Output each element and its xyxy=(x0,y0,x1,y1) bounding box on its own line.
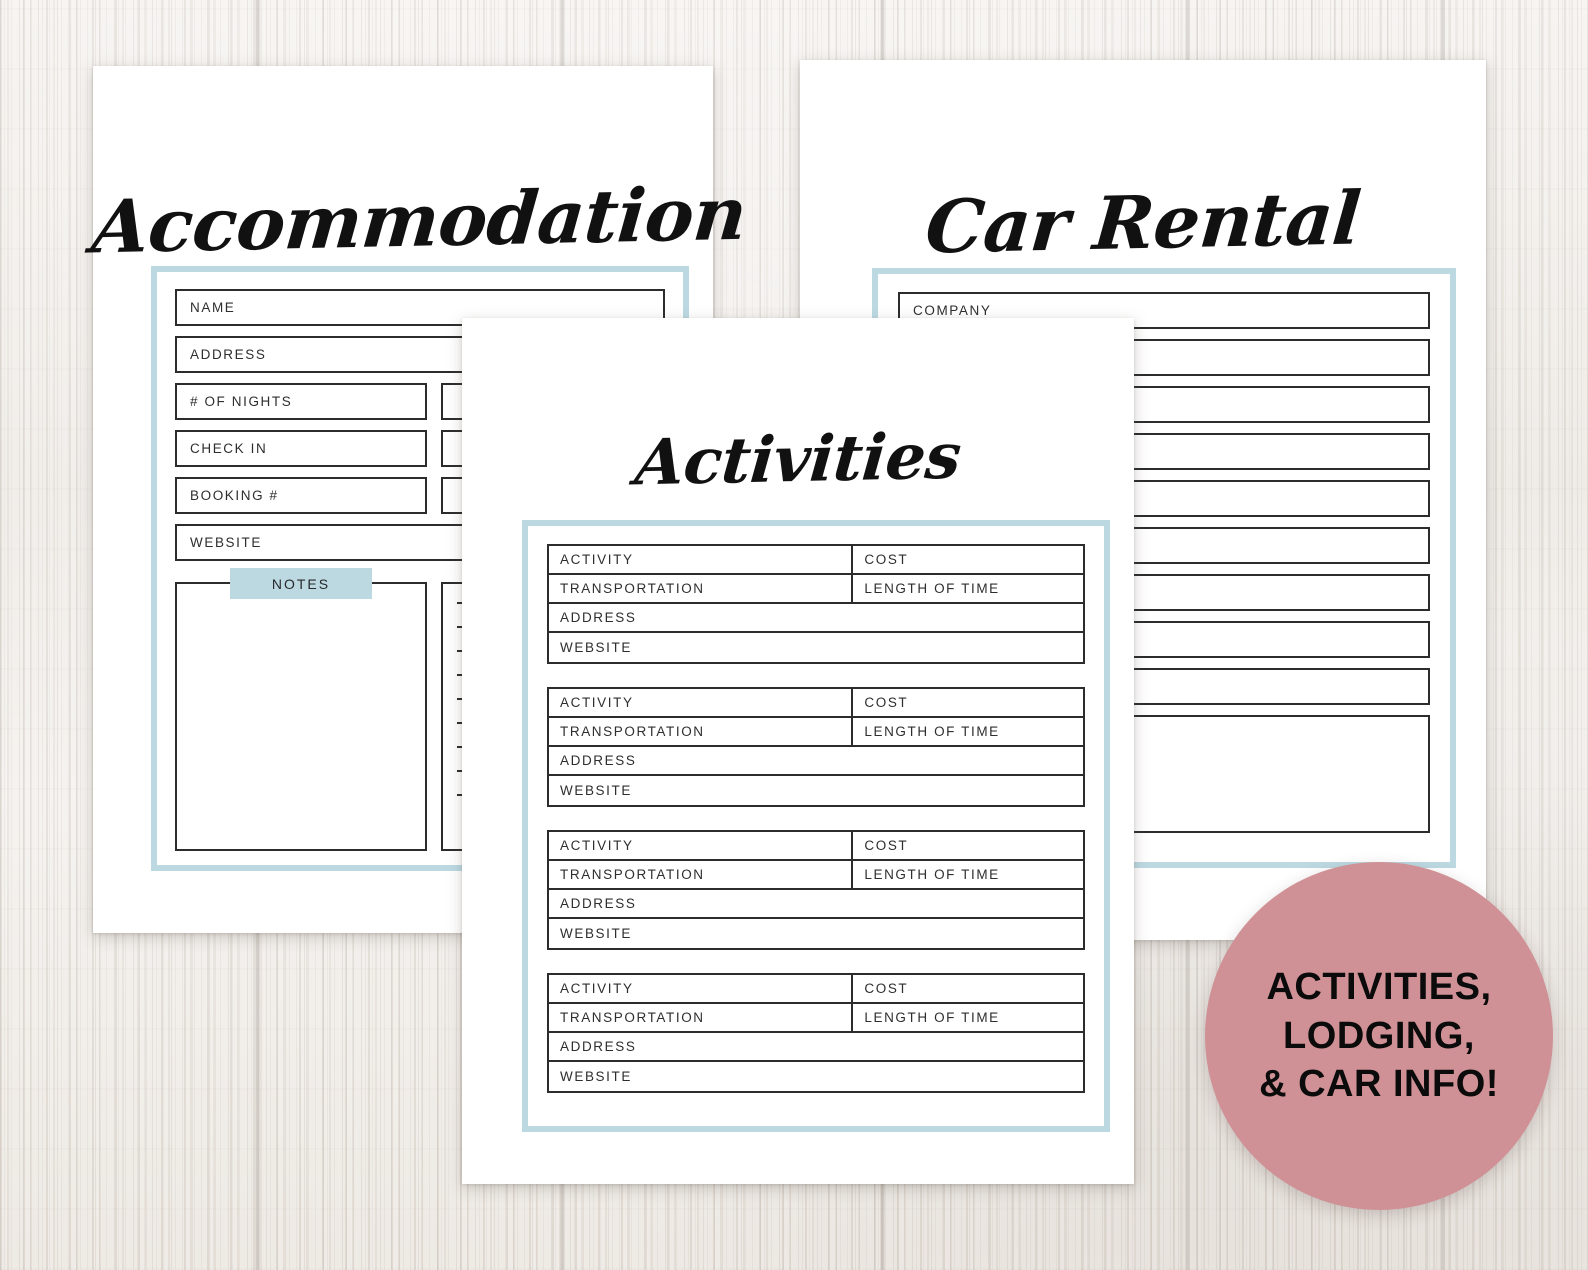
cell-transportation[interactable]: TRANSPORTATION xyxy=(549,575,854,602)
cell-activity-label: ACTIVITY xyxy=(560,838,634,853)
cell-length-of-time[interactable]: LENGTH OF TIME xyxy=(853,1004,1083,1031)
table-row: ACTIVITY COST xyxy=(549,832,1083,861)
accommodation-title: Accommodation xyxy=(88,170,750,271)
promo-badge: ACTIVITIES, LODGING, & CAR INFO! xyxy=(1205,862,1553,1210)
field-company-label: COMPANY xyxy=(913,303,992,318)
cell-address[interactable]: ADDRESS xyxy=(549,604,1083,631)
cell-cost-label: COST xyxy=(864,981,909,996)
cell-cost[interactable]: COST xyxy=(853,546,1083,573)
cell-transportation-label: TRANSPORTATION xyxy=(560,1010,705,1025)
cell-cost[interactable]: COST xyxy=(853,975,1083,1002)
car-rental-title: Car Rental xyxy=(922,175,1364,271)
activity-entry: ACTIVITY COST TRANSPORTATION LENGTH OF T… xyxy=(547,544,1085,664)
cell-website-label: WEBSITE xyxy=(560,926,632,941)
cell-transportation-label: TRANSPORTATION xyxy=(560,581,705,596)
cell-website[interactable]: WEBSITE xyxy=(549,1062,1083,1091)
cell-length-of-time[interactable]: LENGTH OF TIME xyxy=(853,718,1083,745)
notes-box[interactable]: NOTES xyxy=(175,568,427,851)
cell-activity-label: ACTIVITY xyxy=(560,695,634,710)
table-row: ADDRESS xyxy=(549,1033,1083,1062)
cell-address-label: ADDRESS xyxy=(560,1039,637,1054)
field-address-label: ADDRESS xyxy=(190,347,267,362)
cell-website[interactable]: WEBSITE xyxy=(549,776,1083,805)
cell-transportation[interactable]: TRANSPORTATION xyxy=(549,861,854,888)
cell-activity[interactable]: ACTIVITY xyxy=(549,832,854,859)
cell-activity[interactable]: ACTIVITY xyxy=(549,975,854,1002)
badge-line-2: LODGING, xyxy=(1283,1014,1475,1057)
field-name-label: NAME xyxy=(190,300,236,315)
cell-address[interactable]: ADDRESS xyxy=(549,1033,1083,1060)
cell-website-label: WEBSITE xyxy=(560,1069,632,1084)
table-row: TRANSPORTATION LENGTH OF TIME xyxy=(549,861,1083,890)
field-number-of-nights-label: # OF NIGHTS xyxy=(190,394,293,409)
cell-transportation-label: TRANSPORTATION xyxy=(560,724,705,739)
table-row: ACTIVITY COST xyxy=(549,546,1083,575)
cell-website[interactable]: WEBSITE xyxy=(549,633,1083,662)
cell-cost-label: COST xyxy=(864,838,909,853)
activity-entry: ACTIVITY COST TRANSPORTATION LENGTH OF T… xyxy=(547,973,1085,1093)
cell-length-of-time[interactable]: LENGTH OF TIME xyxy=(853,861,1083,888)
cell-length-of-time-label: LENGTH OF TIME xyxy=(864,867,1000,882)
cell-cost-label: COST xyxy=(864,695,909,710)
field-check-in[interactable]: CHECK IN xyxy=(175,430,427,467)
notes-tab-label: NOTES xyxy=(230,568,372,599)
cell-activity[interactable]: ACTIVITY xyxy=(549,546,854,573)
field-check-in-label: CHECK IN xyxy=(190,441,268,456)
cell-length-of-time-label: LENGTH OF TIME xyxy=(864,724,1000,739)
cell-address[interactable]: ADDRESS xyxy=(549,890,1083,917)
field-website-label: WEBSITE xyxy=(190,535,262,550)
table-row: WEBSITE xyxy=(549,776,1083,805)
activities-entry-list: ACTIVITY COST TRANSPORTATION LENGTH OF T… xyxy=(547,544,1085,1110)
table-row: TRANSPORTATION LENGTH OF TIME xyxy=(549,718,1083,747)
badge-line-1: ACTIVITIES, xyxy=(1266,966,1492,1009)
cell-transportation[interactable]: TRANSPORTATION xyxy=(549,1004,854,1031)
activities-blue-frame: ACTIVITY COST TRANSPORTATION LENGTH OF T… xyxy=(522,520,1110,1132)
cell-website-label: WEBSITE xyxy=(560,783,632,798)
table-row: WEBSITE xyxy=(549,1062,1083,1091)
cell-cost-label: COST xyxy=(864,552,909,567)
field-number-of-nights[interactable]: # OF NIGHTS xyxy=(175,383,427,420)
cell-length-of-time-label: LENGTH OF TIME xyxy=(864,1010,1000,1025)
table-row: ADDRESS xyxy=(549,604,1083,633)
table-row: ADDRESS xyxy=(549,890,1083,919)
cell-address-label: ADDRESS xyxy=(560,610,637,625)
cell-address-label: ADDRESS xyxy=(560,753,637,768)
activities-title: Activities xyxy=(632,418,964,500)
table-row: ADDRESS xyxy=(549,747,1083,776)
cell-activity-label: ACTIVITY xyxy=(560,552,634,567)
field-booking-number[interactable]: BOOKING # xyxy=(175,477,427,514)
cell-transportation-label: TRANSPORTATION xyxy=(560,867,705,882)
field-booking-number-label: BOOKING # xyxy=(190,488,279,503)
cell-length-of-time[interactable]: LENGTH OF TIME xyxy=(853,575,1083,602)
cell-activity-label: ACTIVITY xyxy=(560,981,634,996)
activity-entry: ACTIVITY COST TRANSPORTATION LENGTH OF T… xyxy=(547,687,1085,807)
table-row: ACTIVITY COST xyxy=(549,689,1083,718)
table-row: WEBSITE xyxy=(549,919,1083,948)
activity-entry: ACTIVITY COST TRANSPORTATION LENGTH OF T… xyxy=(547,830,1085,950)
cell-website[interactable]: WEBSITE xyxy=(549,919,1083,948)
cell-cost[interactable]: COST xyxy=(853,832,1083,859)
activities-page: Activities ACTIVITY COST TRANSPORTATION xyxy=(462,318,1134,1184)
cell-website-label: WEBSITE xyxy=(560,640,632,655)
table-row: ACTIVITY COST xyxy=(549,975,1083,1004)
cell-cost[interactable]: COST xyxy=(853,689,1083,716)
cell-address[interactable]: ADDRESS xyxy=(549,747,1083,774)
cell-address-label: ADDRESS xyxy=(560,896,637,911)
badge-line-3: & CAR INFO! xyxy=(1259,1063,1499,1106)
table-row: TRANSPORTATION LENGTH OF TIME xyxy=(549,575,1083,604)
cell-transportation[interactable]: TRANSPORTATION xyxy=(549,718,854,745)
table-row: TRANSPORTATION LENGTH OF TIME xyxy=(549,1004,1083,1033)
cell-length-of-time-label: LENGTH OF TIME xyxy=(864,581,1000,596)
table-row: WEBSITE xyxy=(549,633,1083,662)
cell-activity[interactable]: ACTIVITY xyxy=(549,689,854,716)
